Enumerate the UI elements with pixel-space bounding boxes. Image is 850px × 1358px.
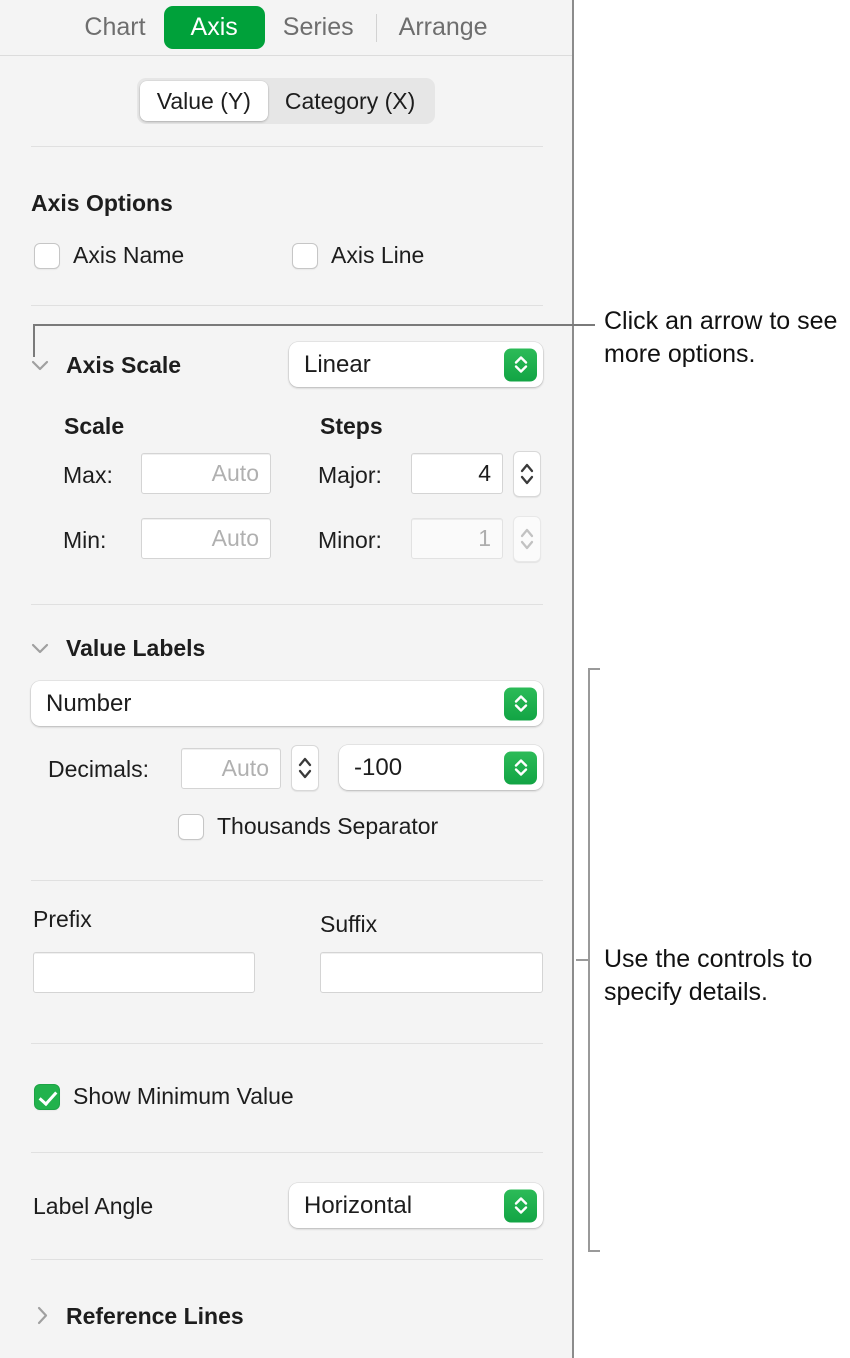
tab-chart[interactable]: Chart [66, 9, 163, 46]
callout-leader-horizontal [33, 324, 595, 326]
callout-click-arrow-text: Click an arrow to see more options. [604, 305, 844, 371]
divider-prefix-suffix [31, 1043, 543, 1044]
major-steps-input[interactable]: 4 [411, 453, 503, 494]
negative-number-style-value: -100 [339, 754, 402, 782]
axis-name-checkbox-box[interactable] [34, 243, 60, 269]
checkbox-axis-line[interactable]: Axis Line [292, 242, 424, 269]
major-label: Major: [318, 462, 382, 489]
max-label: Max: [63, 462, 113, 489]
axis-name-label: Axis Name [73, 242, 184, 269]
value-labels-format-value: Number [31, 690, 131, 718]
reference-lines-disclosure-chevron-right-icon[interactable] [29, 1303, 55, 1329]
value-labels-disclosure-chevron-down-icon[interactable] [27, 635, 53, 661]
prefix-input[interactable] [33, 952, 255, 993]
minor-steps-input[interactable]: 1 [411, 518, 503, 559]
decimals-input[interactable]: Auto [181, 748, 281, 789]
screenshot-root: Chart Axis Series Arrange Value (Y) Cate… [0, 0, 850, 1358]
divider-axis-scale [31, 604, 543, 605]
steps-column-header: Steps [320, 413, 383, 440]
tab-axis[interactable]: Axis [164, 6, 265, 49]
decimals-stepper[interactable] [291, 745, 319, 791]
decimals-label: Decimals: [48, 756, 149, 783]
label-angle-value: Horizontal [289, 1192, 412, 1220]
callout-bracket-tick [576, 959, 590, 961]
min-label: Min: [63, 527, 106, 554]
axis-options-heading: Axis Options [31, 190, 173, 217]
minor-steps-stepper[interactable] [513, 516, 541, 562]
axis-kind-segmented-control[interactable]: Value (Y) Category (X) [137, 78, 436, 124]
prefix-label: Prefix [33, 906, 92, 933]
tab-separator [376, 14, 377, 42]
axis-scale-disclosure-chevron-down-icon[interactable] [27, 352, 53, 378]
value-labels-format-chevron-updown-icon[interactable] [504, 687, 537, 720]
thousands-separator-checkbox-box[interactable] [178, 814, 204, 840]
divider-value-labels [31, 880, 543, 881]
min-input[interactable]: Auto [141, 518, 271, 559]
axis-kind-segmented-control-wrap: Value (Y) Category (X) [0, 56, 572, 146]
scale-column-header: Scale [64, 413, 124, 440]
negative-number-style-chevron-updown-icon[interactable] [504, 751, 537, 784]
thousands-separator-label: Thousands Separator [217, 813, 438, 840]
checkbox-axis-name[interactable]: Axis Name [34, 242, 184, 269]
segment-category-x[interactable]: Category (X) [268, 81, 432, 121]
reference-lines-heading: Reference Lines [66, 1303, 244, 1330]
show-minimum-value-label: Show Minimum Value [73, 1083, 294, 1110]
tab-series[interactable]: Series [265, 9, 372, 46]
axis-scale-type-chevron-updown-icon[interactable] [504, 348, 537, 381]
segment-value-y[interactable]: Value (Y) [140, 81, 268, 121]
show-minimum-value-checkbox-box[interactable] [34, 1084, 60, 1110]
label-angle-chevron-updown-icon[interactable] [504, 1189, 537, 1222]
inspector-tab-bar: Chart Axis Series Arrange [0, 0, 572, 56]
minor-label: Minor: [318, 527, 382, 554]
axis-scale-type-value: Linear [289, 351, 371, 379]
tab-arrange[interactable]: Arrange [381, 9, 506, 46]
checkbox-thousands-separator[interactable]: Thousands Separator [178, 813, 438, 840]
max-input[interactable]: Auto [141, 453, 271, 494]
axis-scale-heading: Axis Scale [66, 352, 181, 379]
suffix-input[interactable] [320, 952, 543, 993]
suffix-label: Suffix [320, 911, 377, 938]
chart-inspector-panel: Chart Axis Series Arrange Value (Y) Cate… [0, 0, 574, 1358]
label-angle-label: Label Angle [33, 1193, 153, 1220]
value-labels-heading: Value Labels [66, 635, 205, 662]
divider-show-minimum [31, 1152, 543, 1153]
label-angle-popup[interactable]: Horizontal [289, 1183, 543, 1228]
divider-top [31, 146, 543, 147]
axis-line-label: Axis Line [331, 242, 424, 269]
callout-use-controls-text: Use the controls to specify details. [604, 943, 848, 1009]
divider-label-angle [31, 1259, 543, 1260]
checkbox-show-minimum-value[interactable]: Show Minimum Value [34, 1083, 294, 1110]
negative-number-style-popup[interactable]: -100 [339, 745, 543, 790]
axis-scale-type-popup[interactable]: Linear [289, 342, 543, 387]
divider-axis-options [31, 305, 543, 306]
value-labels-format-popup[interactable]: Number [31, 681, 543, 726]
axis-line-checkbox-box[interactable] [292, 243, 318, 269]
major-steps-stepper[interactable] [513, 451, 541, 497]
callout-leader-vertical [33, 324, 35, 357]
